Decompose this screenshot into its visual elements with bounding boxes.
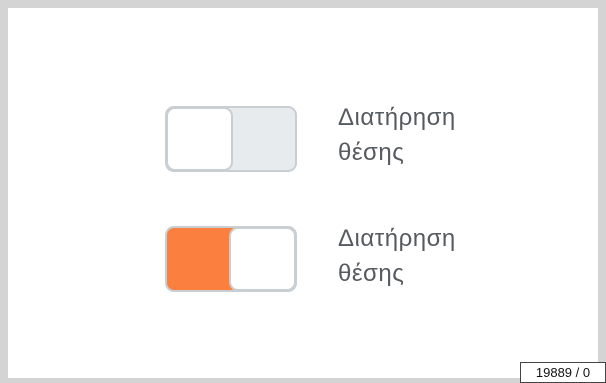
toggle-label-line1: Διατήρηση <box>338 225 456 252</box>
keep-position-toggle-on[interactable] <box>165 226 297 292</box>
toggle-knob[interactable] <box>229 228 295 290</box>
toggle-track-left-active <box>167 228 233 290</box>
toggle-label-on: Διατήρηση θέσης <box>338 221 456 291</box>
image-reference-label: 19889 / 0 <box>520 362 606 383</box>
toggle-label-line2: θέσης <box>338 139 405 166</box>
toggle-knob[interactable] <box>167 108 233 170</box>
screen-frame <box>0 0 606 383</box>
toggle-label-line2: θέσης <box>338 260 405 287</box>
toggle-label-line1: Διατήρηση <box>338 104 456 131</box>
toggle-label-off: Διατήρηση θέσης <box>338 100 456 170</box>
keep-position-toggle-off[interactable] <box>165 106 297 172</box>
frame-bottom-border <box>0 378 520 383</box>
